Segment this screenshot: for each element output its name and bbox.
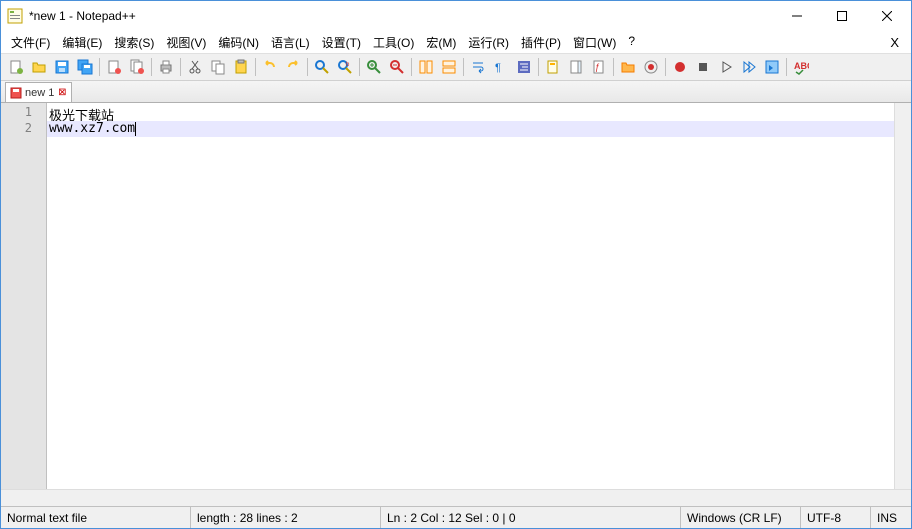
horizontal-scrollbar[interactable] [1,489,911,506]
statusbar: Normal text file length : 28 lines : 2 L… [1,506,911,528]
sync-h-icon[interactable] [438,56,460,78]
text-area[interactable]: 极光下载站 www.xz7.com [47,103,894,489]
menu-item[interactable]: 编辑(E) [56,32,108,53]
menubar: 文件(F)编辑(E)搜索(S)视图(V)编码(N)语言(L)设置(T)工具(O)… [1,31,911,53]
menu-item[interactable]: 设置(T) [316,32,367,53]
menu-item[interactable]: ? [622,32,641,53]
svg-text:¶: ¶ [495,62,501,74]
svg-text:ƒ: ƒ [595,62,600,72]
line-number: 2 [1,121,46,137]
caret [135,122,136,136]
line-number: 1 [1,105,46,121]
editor: 1 2 极光下载站 www.xz7.com [1,103,911,489]
text-line: www.xz7.com [47,121,894,137]
play-multi-icon[interactable] [738,56,760,78]
svg-text:ABC: ABC [794,61,809,71]
text-line: 极光下载站 [47,105,894,121]
menu-item[interactable]: 窗口(W) [567,32,622,53]
save-macro-icon[interactable] [761,56,783,78]
save-icon[interactable] [51,56,73,78]
play-macro-icon[interactable] [715,56,737,78]
status-position: Ln : 2 Col : 12 Sel : 0 | 0 [381,507,681,528]
menu-item[interactable]: 运行(R) [462,32,515,53]
toolbar: b ¶ ƒ ABC [1,53,911,81]
all-chars-icon[interactable]: ¶ [490,56,512,78]
sync-v-icon[interactable] [415,56,437,78]
maximize-button[interactable] [819,2,864,30]
doc-map-icon[interactable] [565,56,587,78]
func-list-icon[interactable]: ƒ [588,56,610,78]
window-title: *new 1 - Notepad++ [29,9,774,23]
status-encoding[interactable]: UTF-8 [801,507,871,528]
tab-label: new 1 [25,87,54,99]
cut-icon[interactable] [184,56,206,78]
menu-item[interactable]: 工具(O) [367,32,420,53]
menu-item[interactable]: 文件(F) [5,32,56,53]
vertical-scrollbar[interactable] [894,103,911,489]
monitor-icon[interactable] [640,56,662,78]
copy-icon[interactable] [207,56,229,78]
replace-icon[interactable]: b [334,56,356,78]
status-insert-mode[interactable]: INS [871,507,911,528]
tab-close-icon[interactable]: ⊠ [57,88,67,98]
tab-new1[interactable]: new 1 ⊠ [5,82,72,102]
open-file-icon[interactable] [28,56,50,78]
menu-item[interactable]: 语言(L) [265,32,316,53]
folder-icon[interactable] [617,56,639,78]
stop-macro-icon[interactable] [692,56,714,78]
redo-icon[interactable] [282,56,304,78]
close-all-icon[interactable] [126,56,148,78]
app-icon [7,8,23,24]
window-controls [774,2,909,30]
save-all-icon[interactable] [74,56,96,78]
close-file-icon[interactable] [103,56,125,78]
zoom-in-icon[interactable] [363,56,385,78]
tab-modified-icon [10,87,22,99]
tabbar: new 1 ⊠ [1,81,911,103]
line-number-gutter[interactable]: 1 2 [1,103,47,489]
menubar-close-icon[interactable]: X [882,35,907,50]
find-icon[interactable] [311,56,333,78]
menu-item[interactable]: 搜索(S) [108,32,160,53]
status-filetype: Normal text file [1,507,191,528]
menu-item[interactable]: 宏(M) [420,32,462,53]
record-macro-icon[interactable] [669,56,691,78]
print-icon[interactable] [155,56,177,78]
paste-icon[interactable] [230,56,252,78]
indent-guide-icon[interactable] [513,56,535,78]
new-file-icon[interactable] [5,56,27,78]
udl-icon[interactable] [542,56,564,78]
titlebar[interactable]: *new 1 - Notepad++ [1,1,911,31]
minimize-button[interactable] [774,2,819,30]
app-window: *new 1 - Notepad++ 文件(F)编辑(E)搜索(S)视图(V)编… [0,0,912,529]
zoom-out-icon[interactable] [386,56,408,78]
svg-text:b: b [346,62,350,68]
undo-icon[interactable] [259,56,281,78]
status-length: length : 28 lines : 2 [191,507,381,528]
menu-item[interactable]: 视图(V) [160,32,212,53]
close-button[interactable] [864,2,909,30]
status-eol[interactable]: Windows (CR LF) [681,507,801,528]
wordwrap-icon[interactable] [467,56,489,78]
menu-item[interactable]: 插件(P) [515,32,567,53]
menu-item[interactable]: 编码(N) [212,32,265,53]
spellcheck-icon[interactable]: ABC [790,56,812,78]
